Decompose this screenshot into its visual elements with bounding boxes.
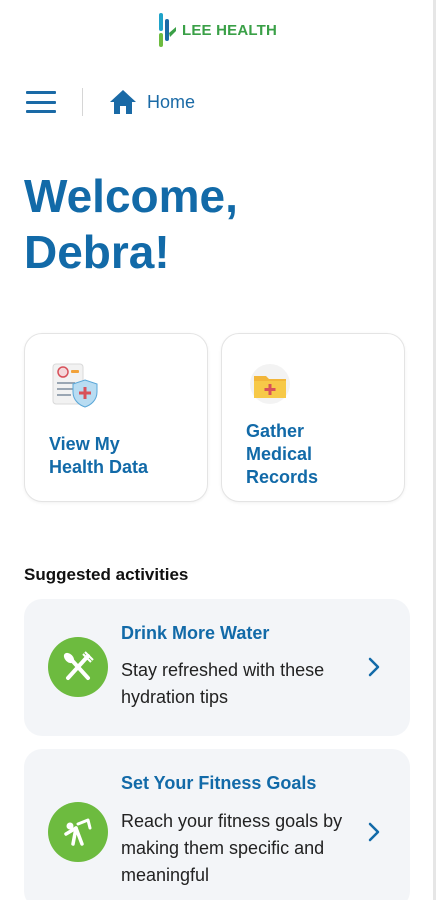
app-logo: LEE HEALTH [0,10,433,50]
top-nav: Home [26,84,195,120]
exercise-person-icon [48,802,108,862]
welcome-line-2: Debra! [24,226,170,278]
breadcrumb-home[interactable]: Home [109,89,195,115]
lee-health-logo-icon [158,13,176,47]
activity-description: Reach your fitness goals by making them … [121,811,343,885]
health-record-shield-icon [52,363,98,408]
welcome-line-1: Welcome, [24,170,238,222]
breadcrumb-home-label: Home [147,91,196,112]
view-health-data-label: View My Health Data [49,434,149,477]
activity-title: Set Your Fitness Goals [121,773,317,793]
quick-actions: View My Health Data Gather Medical Recor… [24,333,405,502]
nav-divider [82,88,83,116]
activity-drink-more-water[interactable]: Drink More Water Stay refreshed with the… [24,599,410,736]
home-icon [110,90,136,114]
suggested-activities-heading: Suggested activities [24,565,189,584]
activity-description: Stay refreshed with these hydration tips [121,660,325,707]
view-health-data-card[interactable]: View My Health Data [24,333,208,502]
hamburger-menu-icon[interactable] [26,91,56,113]
gather-medical-records-card[interactable]: Gather Medical Records [221,333,405,502]
chevron-right-icon[interactable] [366,655,382,679]
medical-folder-icon [250,364,290,404]
chevron-right-icon[interactable] [366,820,382,844]
activity-set-fitness-goals[interactable]: Set Your Fitness Goals Reach your fitnes… [24,749,410,900]
activity-title: Drink More Water [121,623,270,643]
welcome-heading: Welcome, Debra! [24,168,414,280]
page: LEE HEALTH Home Welcome, Debra! View My … [0,0,433,900]
fork-knife-icon [48,637,108,697]
logo-text: LEE HEALTH [181,21,278,39]
gather-medical-records-label: Gather Medical Records [246,421,319,487]
